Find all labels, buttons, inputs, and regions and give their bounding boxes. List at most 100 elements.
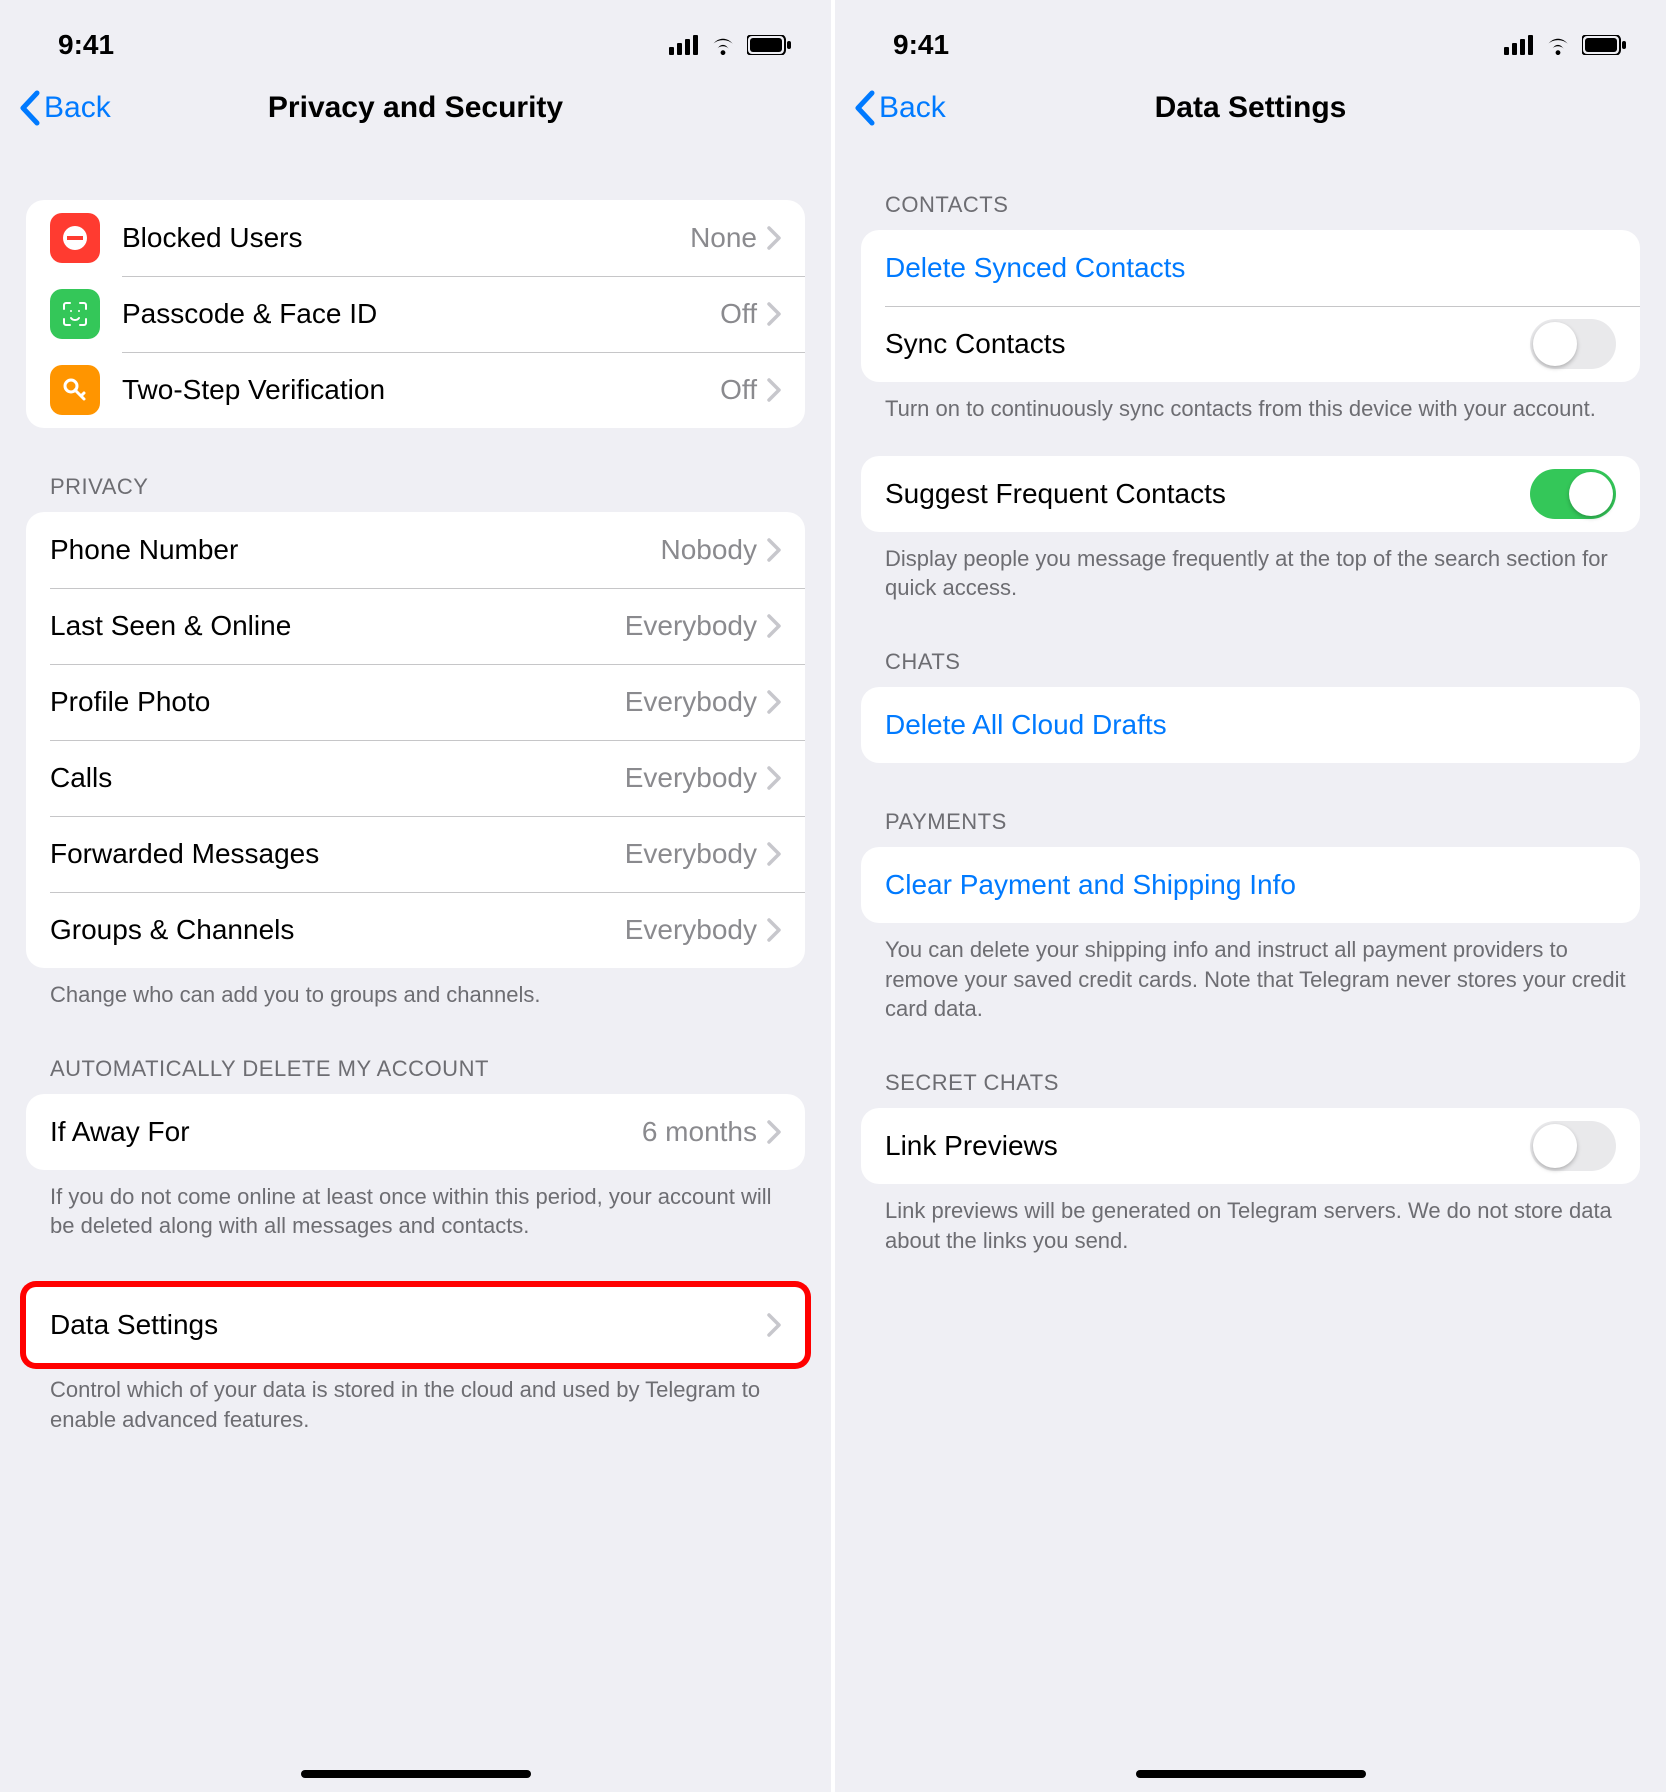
row-value: Everybody	[625, 610, 757, 642]
back-label: Back	[879, 91, 946, 125]
link-previews-toggle[interactable]	[1530, 1121, 1616, 1171]
group-header: CONTACTS	[861, 192, 1640, 230]
row-clear-payment[interactable]: Clear Payment and Shipping Info	[861, 847, 1640, 923]
row-value: Off	[720, 374, 757, 406]
suggest-group: Suggest Frequent Contacts Display people…	[835, 456, 1666, 603]
nav-bar: Back Data Settings	[835, 72, 1666, 144]
group-footer: Change who can add you to groups and cha…	[26, 968, 805, 1010]
status-time: 9:41	[58, 29, 114, 61]
row-value: Off	[720, 298, 757, 330]
row-label: Sync Contacts	[885, 328, 1066, 360]
row-data-settings[interactable]: Data Settings	[26, 1287, 805, 1363]
data-settings-group: Data Settings Control which of your data…	[0, 1287, 831, 1434]
chevron-right-icon	[767, 1120, 781, 1144]
nav-bar: Back Privacy and Security	[0, 72, 831, 144]
row-groups-channels[interactable]: Groups & Channels Everybody	[26, 892, 805, 968]
row-last-seen[interactable]: Last Seen & Online Everybody	[26, 588, 805, 664]
page-title: Data Settings	[835, 91, 1666, 125]
row-label: Delete Synced Contacts	[885, 252, 1185, 284]
group-header: PAYMENTS	[861, 809, 1640, 847]
secret-chats-group: SECRET CHATS Link Previews Link previews…	[835, 1070, 1666, 1255]
chevron-left-icon	[18, 90, 40, 126]
chevron-right-icon	[767, 766, 781, 790]
chevron-right-icon	[767, 918, 781, 942]
group-header: CHATS	[861, 649, 1640, 687]
chats-group: CHATS Delete All Cloud Drafts	[835, 649, 1666, 763]
group-footer: Control which of your data is stored in …	[26, 1363, 805, 1434]
row-passcode-faceid[interactable]: Passcode & Face ID Off	[26, 276, 805, 352]
wifi-icon	[1544, 35, 1572, 55]
screen-privacy-security: 9:41 Back Privacy and Security	[0, 0, 833, 1792]
chevron-right-icon	[767, 378, 781, 402]
page-title: Privacy and Security	[0, 91, 831, 125]
suggest-toggle[interactable]	[1530, 469, 1616, 519]
group-footer: Display people you message frequently at…	[861, 532, 1640, 603]
row-delete-synced-contacts[interactable]: Delete Synced Contacts	[861, 230, 1640, 306]
home-indicator[interactable]	[301, 1770, 531, 1778]
row-calls[interactable]: Calls Everybody	[26, 740, 805, 816]
status-time: 9:41	[893, 29, 949, 61]
group-footer: You can delete your shipping info and in…	[861, 923, 1640, 1024]
row-label: Passcode & Face ID	[122, 298, 377, 330]
row-value: Everybody	[625, 838, 757, 870]
payments-group: PAYMENTS Clear Payment and Shipping Info…	[835, 809, 1666, 1024]
battery-icon	[747, 35, 791, 55]
row-two-step[interactable]: Two-Step Verification Off	[26, 352, 805, 428]
back-button[interactable]: Back	[853, 90, 946, 126]
status-icons	[669, 35, 791, 55]
back-label: Back	[44, 91, 111, 125]
home-indicator[interactable]	[1136, 1770, 1366, 1778]
auto-delete-group: AUTOMATICALLY DELETE MY ACCOUNT If Away …	[0, 1056, 831, 1241]
chevron-left-icon	[853, 90, 875, 126]
status-bar: 9:41	[835, 0, 1666, 72]
row-label: If Away For	[50, 1116, 190, 1148]
sync-contacts-toggle[interactable]	[1530, 319, 1616, 369]
row-label: Forwarded Messages	[50, 838, 319, 870]
row-delete-drafts[interactable]: Delete All Cloud Drafts	[861, 687, 1640, 763]
row-value: 6 months	[642, 1116, 757, 1148]
status-bar: 9:41	[0, 0, 831, 72]
row-if-away-for[interactable]: If Away For 6 months	[26, 1094, 805, 1170]
battery-icon	[1582, 35, 1626, 55]
row-label: Groups & Channels	[50, 914, 294, 946]
chevron-right-icon	[767, 1313, 781, 1337]
row-sync-contacts[interactable]: Sync Contacts	[861, 306, 1640, 382]
row-label: Calls	[50, 762, 112, 794]
row-link-previews[interactable]: Link Previews	[861, 1108, 1640, 1184]
row-value: Nobody	[660, 534, 757, 566]
key-icon	[50, 365, 100, 415]
blocked-icon	[50, 213, 100, 263]
row-label: Two-Step Verification	[122, 374, 385, 406]
security-group: Blocked Users None Passcode & Face ID Of…	[0, 200, 831, 428]
row-profile-photo[interactable]: Profile Photo Everybody	[26, 664, 805, 740]
group-header: AUTOMATICALLY DELETE MY ACCOUNT	[26, 1056, 805, 1094]
row-label: Data Settings	[50, 1309, 218, 1341]
chevron-right-icon	[767, 842, 781, 866]
row-value: Everybody	[625, 914, 757, 946]
row-label: Last Seen & Online	[50, 610, 291, 642]
row-label: Profile Photo	[50, 686, 210, 718]
row-value: Everybody	[625, 686, 757, 718]
chevron-right-icon	[767, 226, 781, 250]
wifi-icon	[709, 35, 737, 55]
status-icons	[1504, 35, 1626, 55]
chevron-right-icon	[767, 302, 781, 326]
row-blocked-users[interactable]: Blocked Users None	[26, 200, 805, 276]
group-header: SECRET CHATS	[861, 1070, 1640, 1108]
row-value: Everybody	[625, 762, 757, 794]
screen-data-settings: 9:41 Back Data Settings CONTACTS Delete …	[833, 0, 1666, 1792]
row-suggest-frequent[interactable]: Suggest Frequent Contacts	[861, 456, 1640, 532]
row-label: Clear Payment and Shipping Info	[885, 869, 1296, 901]
row-value: None	[690, 222, 757, 254]
row-label: Suggest Frequent Contacts	[885, 478, 1226, 510]
row-label: Link Previews	[885, 1130, 1058, 1162]
row-phone-number[interactable]: Phone Number Nobody	[26, 512, 805, 588]
chevron-right-icon	[767, 614, 781, 638]
contacts-group: CONTACTS Delete Synced Contacts Sync Con…	[835, 192, 1666, 424]
back-button[interactable]: Back	[18, 90, 111, 126]
row-label: Phone Number	[50, 534, 238, 566]
cellular-icon	[669, 35, 699, 55]
privacy-group: PRIVACY Phone Number Nobody Last Seen & …	[0, 474, 831, 1010]
group-header: PRIVACY	[26, 474, 805, 512]
row-forwarded-messages[interactable]: Forwarded Messages Everybody	[26, 816, 805, 892]
